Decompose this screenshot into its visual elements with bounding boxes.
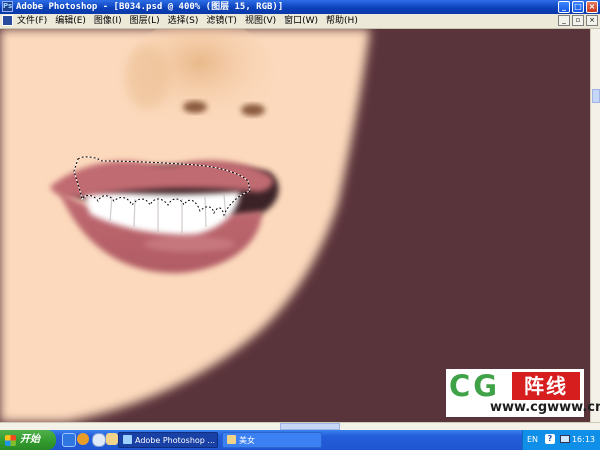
watermark-logo: CG 阵线 www.cgwww.cn bbox=[446, 369, 600, 417]
photoshop-app-icon[interactable]: Ps bbox=[2, 1, 13, 12]
task-label: Adobe Photoshop ... bbox=[135, 436, 216, 445]
folder-task-icon bbox=[227, 435, 236, 444]
browser-icon[interactable] bbox=[77, 433, 89, 445]
minimize-button[interactable]: _ bbox=[558, 1, 570, 13]
windows-logo-icon bbox=[5, 435, 16, 446]
title-bar[interactable]: Ps Adobe Photoshop - [B034.psd @ 400% (图… bbox=[0, 0, 600, 14]
watermark-cg-text: CG bbox=[449, 369, 501, 403]
folder-icon[interactable] bbox=[106, 433, 118, 445]
horizontal-scrollbar[interactable] bbox=[0, 422, 600, 430]
menu-layer[interactable]: 图层(L) bbox=[130, 14, 160, 28]
menu-filter[interactable]: 滤镜(T) bbox=[206, 14, 237, 28]
media-icon[interactable] bbox=[92, 433, 106, 447]
doc-minimize-button[interactable]: _ bbox=[558, 15, 570, 26]
doc-close-button[interactable]: × bbox=[586, 15, 598, 26]
nostril-right bbox=[241, 104, 265, 116]
watermark-url: www.cgwww.cn bbox=[490, 400, 600, 415]
start-label: 开始 bbox=[20, 434, 40, 445]
system-tray: EN ? 16:13 bbox=[522, 430, 600, 450]
vertical-scroll-thumb[interactable] bbox=[592, 89, 600, 103]
menu-select[interactable]: 选择(S) bbox=[168, 14, 199, 28]
window-controls: _ □ × bbox=[558, 1, 598, 13]
show-desktop-icon[interactable] bbox=[62, 433, 76, 447]
face-illustration bbox=[0, 29, 590, 422]
language-indicator[interactable]: EN bbox=[527, 435, 538, 444]
photoshop-task-icon bbox=[123, 435, 132, 444]
taskbar-item-photoshop[interactable]: Adobe Photoshop ... bbox=[118, 432, 218, 448]
menu-view[interactable]: 视图(V) bbox=[245, 14, 276, 28]
taskbar: 开始 Adobe Photoshop ... 美女 EN ? 16:13 bbox=[0, 430, 600, 450]
close-button[interactable]: × bbox=[586, 1, 598, 13]
document-controls: _ ▫ × bbox=[558, 15, 598, 26]
window-title: Adobe Photoshop - [B034.psd @ 400% (图层 1… bbox=[16, 2, 284, 12]
watermark-red-text: 阵线 bbox=[512, 372, 580, 400]
clock[interactable]: 16:13 bbox=[572, 435, 595, 444]
document-icon[interactable] bbox=[2, 15, 13, 26]
vertical-scrollbar[interactable] bbox=[590, 29, 600, 422]
nostril-left bbox=[183, 101, 207, 113]
maximize-button[interactable]: □ bbox=[572, 1, 584, 13]
document-canvas[interactable] bbox=[0, 29, 590, 422]
network-icon[interactable] bbox=[560, 435, 570, 443]
menu-help[interactable]: 帮助(H) bbox=[326, 14, 358, 28]
menu-image[interactable]: 图像(I) bbox=[94, 14, 122, 28]
menu-file[interactable]: 文件(F) bbox=[17, 14, 47, 28]
menu-edit[interactable]: 编辑(E) bbox=[55, 14, 86, 28]
menu-items: 文件(F) 编辑(E) 图像(I) 图层(L) 选择(S) 滤镜(T) 视图(V… bbox=[17, 14, 358, 28]
horizontal-scroll-thumb[interactable] bbox=[280, 423, 340, 430]
task-label: 美女 bbox=[239, 436, 255, 445]
menu-window[interactable]: 窗口(W) bbox=[284, 14, 318, 28]
doc-restore-button[interactable]: ▫ bbox=[572, 15, 584, 26]
start-button[interactable]: 开始 bbox=[0, 430, 56, 450]
taskbar-item-folder[interactable]: 美女 bbox=[222, 432, 322, 448]
menu-bar: 文件(F) 编辑(E) 图像(I) 图层(L) 选择(S) 滤镜(T) 视图(V… bbox=[0, 14, 600, 29]
help-icon[interactable]: ? bbox=[545, 434, 555, 444]
